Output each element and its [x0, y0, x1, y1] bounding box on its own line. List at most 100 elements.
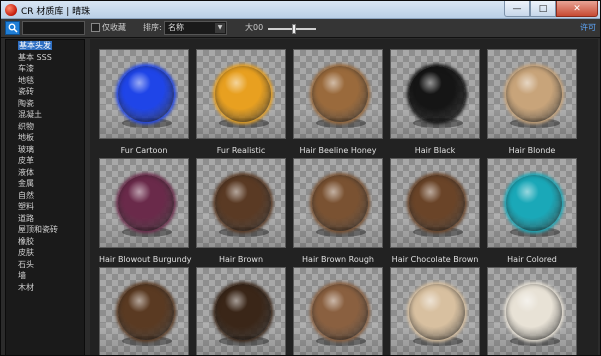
- window-controls: — □ ✕: [504, 1, 598, 17]
- material-sphere: [409, 66, 465, 122]
- category-item-label: 地板: [18, 133, 34, 142]
- category-item[interactable]: 基本 SSS: [6, 52, 84, 64]
- category-item-label: 液体: [18, 167, 34, 177]
- material-preview: [99, 158, 189, 248]
- material-preview: [293, 49, 383, 139]
- category-item-label: 地毯: [18, 75, 34, 85]
- material-library-window: CR 材质库 | 晴珠 — □ ✕ 仅收藏 排序: 名称 ▼ 大00 许可 基本…: [0, 0, 601, 356]
- material-tile[interactable]: Hair Beeline Honey: [293, 49, 383, 155]
- material-name: Fur Realistic: [216, 146, 266, 155]
- category-item-label: 混凝土: [18, 110, 42, 119]
- category-item-label: 基本头发: [18, 41, 52, 50]
- maximize-button[interactable]: □: [530, 1, 556, 17]
- material-sphere: [506, 284, 562, 340]
- material-name: Hair Blonde: [508, 146, 556, 155]
- category-item-label: 自然: [18, 190, 34, 200]
- category-item[interactable]: 金属: [6, 178, 84, 190]
- material-tile[interactable]: Hair Brown: [196, 158, 286, 264]
- minimize-button[interactable]: —: [504, 1, 530, 17]
- material-sphere: [118, 66, 174, 122]
- category-item-label: 木材: [18, 282, 34, 292]
- material-sphere: [215, 284, 271, 340]
- category-item[interactable]: 基本头发: [6, 40, 84, 52]
- material-tile[interactable]: Fur Realistic: [196, 49, 286, 155]
- category-item[interactable]: 橡胶: [6, 236, 84, 248]
- category-item-label: 皮革: [18, 156, 34, 165]
- category-sidebar: 基本头发基本 SSS 车漆 地毯瓷砖陶瓷 混凝土织物地板玻璃皮革液体 金属 自然塑料道路屋…: [5, 39, 85, 355]
- material-name: Hair Blowout Burgundy: [99, 255, 192, 264]
- material-preview: [390, 49, 480, 139]
- material-preview: [99, 267, 189, 355]
- category-item[interactable]: 皮革: [6, 155, 84, 167]
- material-tile[interactable]: Hair Brown Rough: [293, 158, 383, 264]
- category-item[interactable]: 道路: [6, 213, 84, 225]
- material-tile[interactable]: Hair Blowout Burgundy: [99, 158, 192, 264]
- size-slider-thumb[interactable]: [292, 24, 296, 34]
- sort-select[interactable]: 名称 ▼: [164, 21, 227, 35]
- category-item[interactable]: 陶瓷: [6, 98, 84, 110]
- material-tile[interactable]: [196, 267, 286, 355]
- material-name: Hair Chocolate Brown: [391, 255, 479, 264]
- category-item-label: 皮肤: [18, 248, 34, 257]
- material-tile[interactable]: Fur Cartoon: [99, 49, 189, 155]
- search-button[interactable]: [5, 21, 20, 35]
- category-item[interactable]: 织物: [6, 121, 84, 133]
- material-preview: [196, 158, 286, 248]
- category-item[interactable]: 车漆: [6, 63, 84, 75]
- sort-label: 排序:: [143, 23, 162, 32]
- category-item[interactable]: 瓷砖: [6, 86, 84, 98]
- favorites-only-checkbox[interactable]: [91, 23, 100, 32]
- material-preview: [196, 49, 286, 139]
- category-item[interactable]: 地板: [6, 132, 84, 144]
- sort-select-value: 名称: [168, 23, 184, 32]
- category-item-label: 道路: [18, 213, 34, 223]
- category-item[interactable]: 玻璃: [6, 144, 84, 156]
- material-tile[interactable]: Hair Blonde: [487, 49, 577, 155]
- category-item[interactable]: 地毯: [6, 75, 84, 87]
- material-preview: [487, 267, 577, 355]
- material-tile[interactable]: Hair Colored: [487, 158, 577, 264]
- material-tile[interactable]: Hair Chocolate Brown: [390, 158, 480, 264]
- category-item-label: 橡胶: [18, 236, 34, 246]
- material-preview: [293, 267, 383, 355]
- category-item[interactable]: 混凝土: [6, 109, 84, 121]
- license-link[interactable]: 许可: [580, 22, 596, 33]
- close-button[interactable]: ✕: [556, 1, 598, 17]
- category-item-label: 墙: [18, 271, 26, 280]
- category-item[interactable]: 墙: [6, 270, 84, 282]
- material-preview: [487, 49, 577, 139]
- material-name: Hair Beeline Honey: [299, 146, 377, 155]
- size-label: 大00: [245, 23, 264, 32]
- category-item-label: 织物: [18, 121, 34, 131]
- material-sphere: [312, 175, 368, 231]
- search-input[interactable]: [22, 21, 85, 35]
- category-item[interactable]: 木材: [6, 282, 84, 294]
- material-sphere: [312, 284, 368, 340]
- category-item-label: 玻璃: [18, 144, 34, 154]
- category-item[interactable]: 石头: [6, 259, 84, 271]
- material-tile[interactable]: [293, 267, 383, 355]
- material-sphere: [215, 66, 271, 122]
- chevron-down-icon: ▼: [215, 23, 225, 33]
- category-item-label: 瓷砖: [18, 87, 34, 96]
- category-item[interactable]: 屋顶和瓷砖: [6, 224, 84, 236]
- material-sphere: [506, 66, 562, 122]
- category-item-label: 塑料: [18, 202, 34, 211]
- material-name: Hair Black: [414, 146, 456, 155]
- category-list: 基本头发基本 SSS 车漆 地毯瓷砖陶瓷 混凝土织物地板玻璃皮革液体 金属 自然塑料道路屋…: [6, 40, 84, 293]
- material-tile[interactable]: [99, 267, 189, 355]
- material-sphere: [409, 175, 465, 231]
- material-sphere: [215, 175, 271, 231]
- category-item[interactable]: 皮肤: [6, 247, 84, 259]
- material-preview: [390, 267, 480, 355]
- title-bar[interactable]: CR 材质库 | 晴珠 — □ ✕: [1, 1, 600, 19]
- material-tile[interactable]: [390, 267, 480, 355]
- window-title: CR 材质库 | 晴珠: [21, 7, 91, 17]
- category-item[interactable]: 液体: [6, 167, 84, 179]
- app-logo-icon: [5, 4, 17, 16]
- category-item-label: 石头: [18, 259, 34, 269]
- category-item[interactable]: 塑料: [6, 201, 84, 213]
- material-tile[interactable]: Hair Black: [390, 49, 480, 155]
- category-item[interactable]: 自然: [6, 190, 84, 202]
- material-tile[interactable]: [487, 267, 577, 355]
